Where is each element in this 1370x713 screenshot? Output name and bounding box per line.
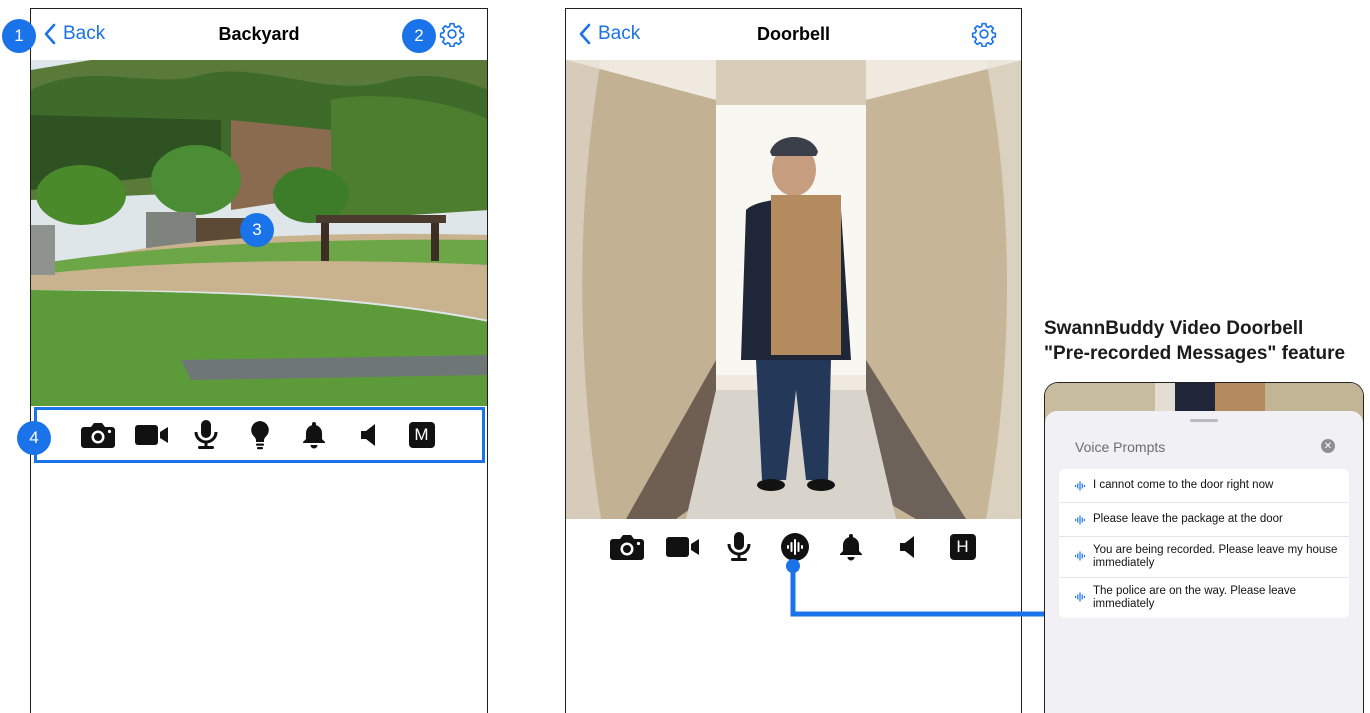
voice-prompt-item[interactable]: I cannot come to the door right now	[1059, 469, 1349, 502]
voice-prompt-text: Please leave the package at the door	[1093, 513, 1283, 525]
voice-prompt-text: The police are on the way. Please leave …	[1093, 585, 1297, 610]
camera-icon	[81, 420, 115, 450]
voice-prompts-panel: Voice Prompts ✕ I cannot come to the doo…	[1044, 382, 1364, 713]
record-button[interactable]	[134, 417, 170, 453]
quality-button[interactable]: M	[404, 417, 440, 453]
quality-label: M	[408, 422, 435, 448]
callout-connector	[786, 559, 1046, 617]
video-record-icon	[666, 532, 700, 562]
callout-badge-4: 4	[17, 421, 51, 455]
record-button[interactable]	[665, 529, 701, 565]
feature-callout-title: SwannBuddy Video Doorbell "Pre-recorded …	[1044, 316, 1370, 366]
voice-prompt-item[interactable]: The police are on the way. Please leave …	[1059, 577, 1349, 618]
voice-prompt-item[interactable]: You are being recorded. Please leave my …	[1059, 536, 1349, 577]
callout-title-line1: SwannBuddy Video Doorbell	[1044, 318, 1304, 339]
snapshot-button[interactable]	[609, 529, 645, 565]
video-record-icon	[135, 420, 169, 450]
voice-prompt-text: You are being recorded. Please leave my …	[1093, 544, 1338, 569]
page-title: Doorbell	[756, 24, 830, 44]
waveform-icon	[1075, 592, 1085, 602]
speaker-icon	[351, 420, 385, 450]
callout-badge-3: 3	[240, 213, 274, 247]
waveform-icon	[1075, 481, 1085, 491]
waveform-icon	[1075, 515, 1085, 525]
talk-button[interactable]	[721, 529, 757, 565]
doorbell-image	[566, 60, 1021, 519]
camera-icon	[610, 532, 644, 562]
callout-badge-2: 2	[402, 19, 436, 53]
microphone-icon	[189, 420, 223, 450]
backyard-screen: Back Backyard M	[30, 8, 488, 713]
gear-icon[interactable]	[971, 21, 997, 47]
siren-button[interactable]	[296, 417, 332, 453]
callout-title-line2: "Pre-recorded Messages" feature	[1044, 343, 1346, 364]
audio-button[interactable]	[350, 417, 386, 453]
light-button[interactable]	[242, 417, 278, 453]
sheet-grabber[interactable]	[1190, 419, 1218, 422]
close-icon: ✕	[1323, 440, 1333, 452]
voice-prompt-text: I cannot come to the door right now	[1093, 479, 1274, 491]
bell-icon	[297, 420, 331, 450]
callout-badge-1: 1	[2, 19, 36, 53]
snapshot-button[interactable]	[80, 417, 116, 453]
voice-prompt-item[interactable]: Please leave the package at the door	[1059, 502, 1349, 536]
sheet-title: Voice Prompts	[1075, 439, 1166, 455]
talk-button[interactable]	[188, 417, 224, 453]
nav-bar: Back Doorbell	[566, 9, 1021, 61]
control-toolbar: M	[34, 407, 485, 463]
voice-prompts-sheet: Voice Prompts ✕ I cannot come to the doo…	[1045, 411, 1363, 713]
light-bulb-icon	[243, 420, 277, 450]
waveform-icon	[1075, 551, 1085, 561]
gear-icon[interactable]	[439, 21, 465, 47]
doorbell-live-view[interactable]	[566, 60, 1021, 519]
microphone-icon	[722, 532, 756, 562]
voice-prompts-list: I cannot come to the door right now Plea…	[1059, 469, 1349, 618]
close-button[interactable]: ✕	[1321, 439, 1335, 453]
